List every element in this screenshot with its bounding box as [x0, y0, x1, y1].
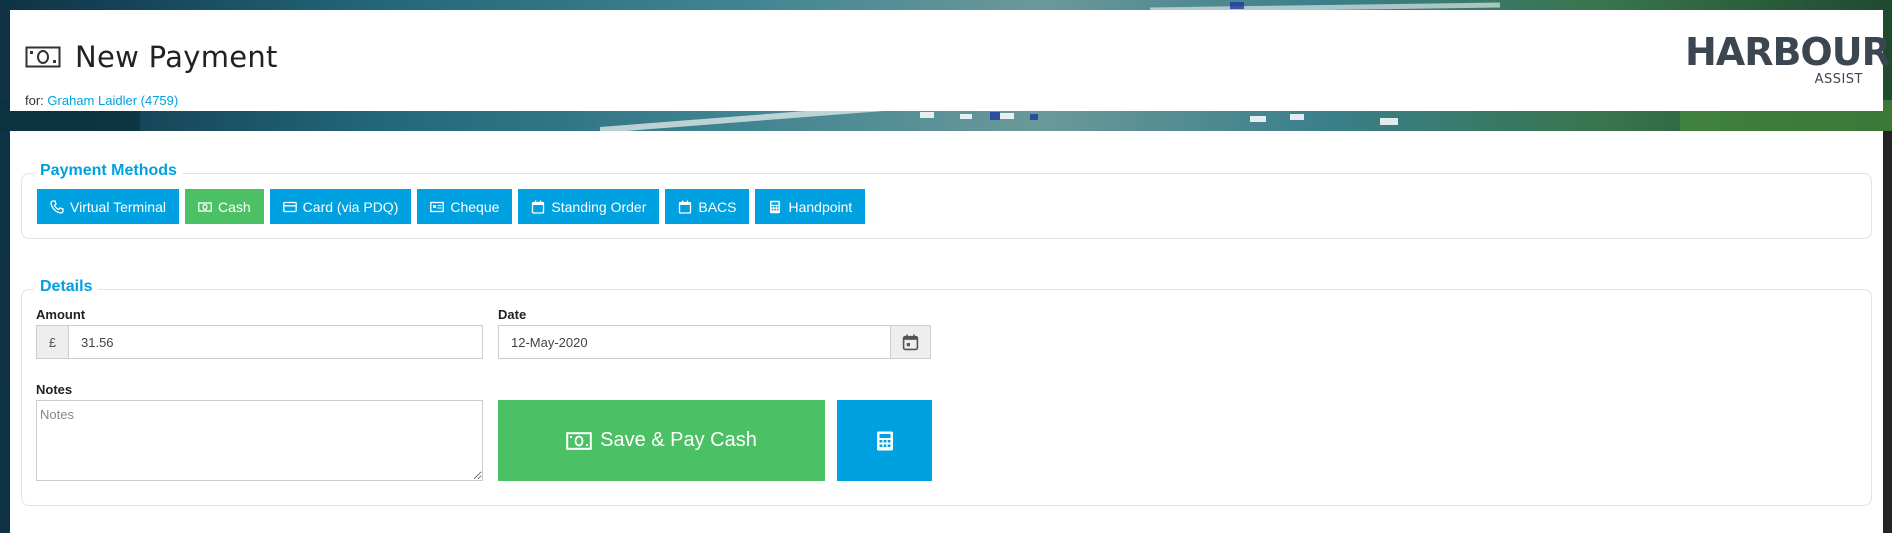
logo-main-text: HARBOUR	[1685, 30, 1891, 74]
card-pdq-button[interactable]: Card (via PDQ)	[269, 189, 412, 224]
amount-label: Amount	[36, 307, 86, 322]
payment-methods-panel: Payment Methods Virtual Terminal Cash Ca…	[21, 162, 1872, 239]
customer-row: for: Graham Laidler (4759)	[25, 93, 178, 108]
amount-input-group: £	[36, 325, 483, 359]
calculator-button[interactable]	[837, 400, 932, 481]
date-label: Date	[498, 307, 527, 322]
standing-order-label: Standing Order	[551, 198, 647, 215]
calendar-icon	[902, 334, 919, 350]
page-edge-strip	[1883, 131, 1892, 533]
payment-method-buttons: Virtual Terminal Cash Card (via PDQ) Che…	[37, 189, 866, 224]
money-icon	[566, 431, 592, 450]
for-prefix: for:	[25, 93, 44, 108]
page-title: New Payment	[75, 40, 278, 74]
save-pay-cash-label: Save & Pay Cash	[600, 429, 757, 451]
bacs-button[interactable]: BACS	[665, 189, 750, 224]
calculator-icon	[770, 200, 781, 213]
harbour-assist-logo: HARBOUR ASSIST	[1685, 26, 1891, 88]
date-input-group	[498, 325, 931, 359]
currency-addon: £	[37, 326, 69, 358]
money-icon	[198, 201, 212, 212]
details-panel: Details Amount £ Date Notes Save & Pay C…	[21, 278, 1872, 506]
main-panel: Payment Methods Virtual Terminal Cash Ca…	[10, 131, 1883, 533]
phone-icon	[50, 199, 64, 214]
bacs-label: BACS	[698, 198, 737, 215]
standing-order-button[interactable]: Standing Order	[518, 189, 660, 224]
money-icon	[25, 46, 61, 68]
credit-card-icon	[282, 201, 297, 212]
handpoint-button[interactable]: Handpoint	[755, 189, 866, 224]
card-pdq-label: Card (via PDQ)	[302, 198, 399, 215]
cheque-icon	[430, 201, 445, 212]
notes-label: Notes	[36, 382, 73, 397]
payment-methods-legend: Payment Methods	[34, 162, 183, 180]
logo-sub-text: ASSIST	[1814, 72, 1863, 87]
cash-button[interactable]: Cash	[184, 189, 264, 224]
save-pay-cash-button[interactable]: Save & Pay Cash	[498, 400, 825, 481]
handpoint-label: Handpoint	[788, 198, 853, 215]
calendar-icon	[532, 200, 545, 214]
amount-input[interactable]	[69, 326, 482, 358]
calendar-icon	[679, 200, 692, 214]
title-row: New Payment	[25, 40, 278, 74]
details-legend: Details	[34, 278, 99, 296]
calculator-icon	[876, 431, 893, 450]
cheque-label: Cheque	[450, 198, 500, 215]
date-input[interactable]	[499, 326, 890, 358]
cash-label: Cash	[217, 198, 251, 215]
calendar-picker-button[interactable]	[890, 326, 930, 358]
page-header: New Payment for: Graham Laidler (4759) H…	[10, 10, 1891, 111]
cheque-button[interactable]: Cheque	[417, 189, 513, 224]
notes-textarea[interactable]	[36, 400, 483, 481]
virtual-terminal-label: Virtual Terminal	[70, 198, 166, 215]
virtual-terminal-button[interactable]: Virtual Terminal	[37, 189, 179, 224]
customer-link[interactable]: Graham Laidler (4759)	[47, 93, 178, 108]
